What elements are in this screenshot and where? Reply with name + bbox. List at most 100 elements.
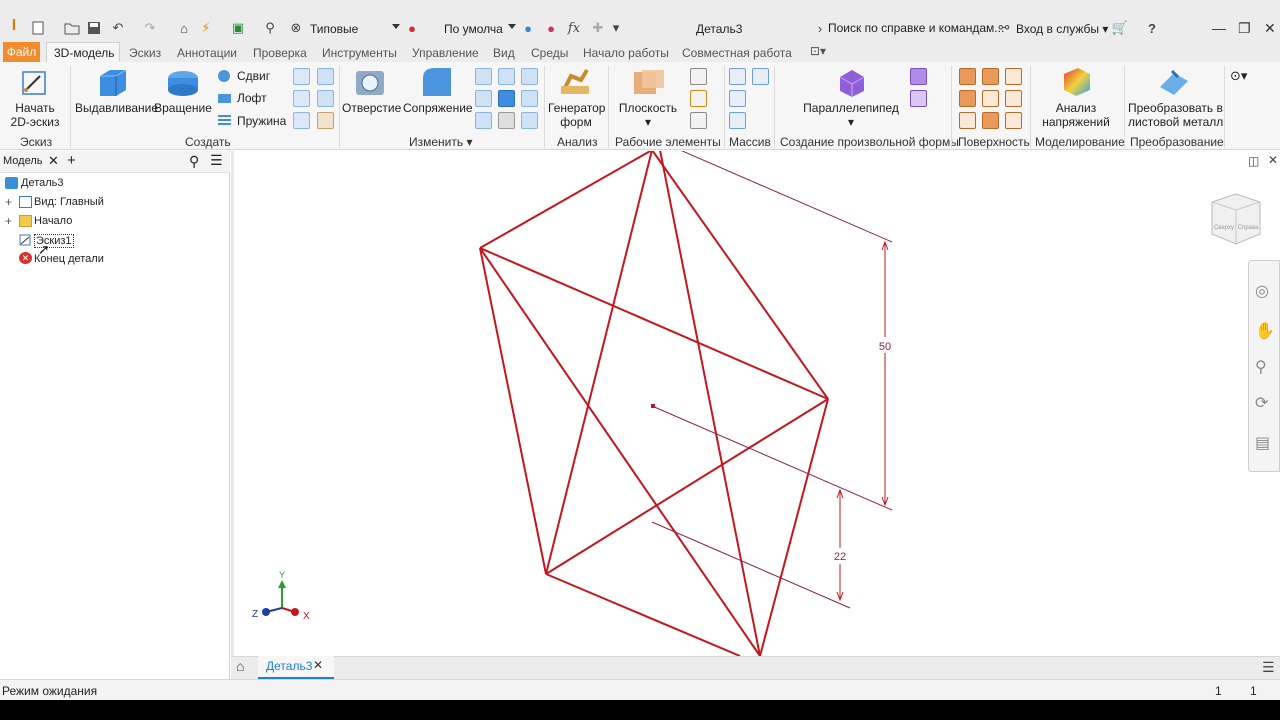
fx-icon[interactable]: fx xyxy=(566,20,582,36)
combine-icon[interactable] xyxy=(521,90,538,107)
chamfer-icon[interactable] xyxy=(475,68,492,85)
hole-icon[interactable] xyxy=(354,68,386,101)
stitch-icon[interactable] xyxy=(959,68,976,85)
canvas-close-icon[interactable]: ✕ xyxy=(1268,153,1278,167)
patch-icon[interactable] xyxy=(982,68,999,85)
extrude-icon[interactable] xyxy=(96,66,130,103)
start-sketch-icon[interactable] xyxy=(20,66,50,101)
stress-analysis-button[interactable]: Анализ напряжений xyxy=(1036,101,1116,129)
cart-icon[interactable]: 🛒 xyxy=(1112,20,1128,36)
plane-button[interactable]: Плоскость ▾ xyxy=(614,101,682,129)
coil-icon[interactable] xyxy=(217,113,232,130)
color-override-icon[interactable]: ● xyxy=(520,20,536,36)
box-freeform-button[interactable]: Параллелепипед ▾ xyxy=(798,101,904,129)
tab-environments[interactable]: Среды xyxy=(531,46,568,60)
measure-icon[interactable]: ⚲ xyxy=(262,20,278,36)
steering-wheel-icon[interactable]: ◎ xyxy=(1255,281,1269,301)
home-icon[interactable]: ⌂ xyxy=(176,20,192,36)
chevron-right-icon[interactable]: › xyxy=(812,20,828,36)
select-icon[interactable]: ⚡ xyxy=(198,20,214,36)
convert-sheetmetal-button[interactable]: Преобразовать в листовой металл xyxy=(1128,101,1223,129)
extrude-button[interactable]: Выдавливание xyxy=(75,101,158,115)
tab-view[interactable]: Вид xyxy=(493,46,515,60)
minimize-icon[interactable]: — xyxy=(1212,20,1226,36)
sculpt-icon[interactable] xyxy=(982,90,999,107)
thicken-icon[interactable] xyxy=(475,112,492,129)
save-icon[interactable] xyxy=(86,20,102,36)
home-tab-icon[interactable]: ⌂ xyxy=(236,658,244,674)
repair-icon[interactable] xyxy=(1005,112,1022,129)
convert-sheetmetal-icon[interactable] xyxy=(1158,67,1190,100)
browser-search-icon[interactable]: ⚲ xyxy=(189,153,199,170)
sweep-icon[interactable] xyxy=(217,69,232,86)
browser-menu-icon[interactable]: ☰ xyxy=(210,152,223,169)
doc-menu-icon[interactable]: ☰ xyxy=(1262,659,1275,676)
stress-analysis-icon[interactable] xyxy=(1060,66,1092,99)
shape-generator-icon[interactable] xyxy=(559,66,591,101)
browser-close-icon[interactable]: ✕ xyxy=(48,153,59,169)
dimension-22[interactable]: 22 xyxy=(834,551,846,563)
sketch-pattern-icon[interactable] xyxy=(729,112,746,129)
tab-sketch[interactable]: Эскиз xyxy=(129,46,161,60)
extend-icon[interactable] xyxy=(959,90,976,107)
tree-item-end-of-part[interactable]: Конец детали xyxy=(34,253,104,265)
restore-icon[interactable]: ❐ xyxy=(1238,20,1251,37)
shell-icon[interactable] xyxy=(498,68,515,85)
redo-icon[interactable]: ↷ xyxy=(142,20,158,36)
open-icon[interactable] xyxy=(64,20,80,36)
emboss-icon[interactable] xyxy=(293,68,310,85)
zoom-icon[interactable]: ⚲ xyxy=(1255,357,1267,377)
split-icon[interactable] xyxy=(498,90,515,107)
material-icon[interactable]: ⊗ xyxy=(288,20,304,36)
tree-root[interactable]: Деталь3 xyxy=(21,177,64,189)
look-at-icon[interactable]: ▤ xyxy=(1255,433,1270,453)
direct-edit-icon[interactable] xyxy=(521,112,538,129)
delete-face-icon[interactable] xyxy=(498,112,515,129)
start-sketch-button[interactable]: Начать 2D-эскиз xyxy=(10,101,60,129)
tree-item-origin[interactable]: Начало xyxy=(34,215,72,227)
expand-icon[interactable]: + xyxy=(5,214,12,228)
add-icon[interactable]: ✚ xyxy=(590,20,606,36)
tab-get-started[interactable]: Начало работы xyxy=(583,46,669,60)
browser-add-icon[interactable]: + xyxy=(67,152,76,169)
style-select[interactable]: Типовые xyxy=(310,19,400,39)
orbit-icon[interactable]: ⟳ xyxy=(1255,393,1268,413)
hole-button[interactable]: Отверстие xyxy=(342,101,401,115)
boundary-icon[interactable] xyxy=(959,112,976,129)
undo-icon[interactable]: ↶ xyxy=(110,20,126,36)
rect-pattern-icon[interactable] xyxy=(729,68,746,85)
sweep-button[interactable]: Сдвиг xyxy=(237,69,270,83)
pan-icon[interactable]: ✋ xyxy=(1255,321,1275,341)
binoculars-icon[interactable]: ⚯ xyxy=(996,20,1012,36)
loft-icon[interactable] xyxy=(217,91,232,108)
dimension-50[interactable]: 50 xyxy=(879,341,891,353)
group-modify[interactable]: Изменить ▾ xyxy=(409,135,473,149)
circ-pattern-icon[interactable] xyxy=(729,90,746,107)
close-icon[interactable]: ✕ xyxy=(1264,20,1276,37)
tab-collaborate[interactable]: Совместная работа xyxy=(682,46,792,60)
coil-button[interactable]: Пружина xyxy=(237,114,286,128)
import-icon[interactable] xyxy=(317,90,334,107)
appearance-select[interactable]: По умолча xyxy=(426,19,516,39)
trim-icon[interactable] xyxy=(1005,68,1022,85)
ribbon-more-icon[interactable]: ⊙▾ xyxy=(1230,68,1247,84)
freeform-edit-icon[interactable] xyxy=(910,68,927,85)
tab-annotations[interactable]: Аннотации xyxy=(177,46,237,60)
doc-tab-close-icon[interactable]: ✕ xyxy=(313,658,323,672)
tree-item-view[interactable]: Вид: Главный xyxy=(34,196,104,208)
rib-icon[interactable] xyxy=(293,112,310,129)
help-icon[interactable]: ? xyxy=(1144,20,1160,36)
decal-icon[interactable] xyxy=(317,68,334,85)
tab-inspect[interactable]: Проверка xyxy=(253,46,307,60)
new-icon[interactable] xyxy=(30,20,46,36)
viewcube[interactable]: Сверху Справа xyxy=(1211,193,1261,245)
new-window-icon[interactable]: ◫ xyxy=(1248,154,1259,168)
point-icon[interactable] xyxy=(690,90,707,107)
mirror-icon[interactable] xyxy=(752,68,769,85)
ruled-icon[interactable] xyxy=(1005,90,1022,107)
revolve-button[interactable]: Вращение xyxy=(154,101,212,115)
tab-file[interactable]: Файл xyxy=(3,42,40,62)
replace-face-icon[interactable] xyxy=(982,112,999,129)
box-freeform-icon[interactable] xyxy=(836,67,868,102)
fillet-button[interactable]: Сопряжение xyxy=(403,101,473,115)
